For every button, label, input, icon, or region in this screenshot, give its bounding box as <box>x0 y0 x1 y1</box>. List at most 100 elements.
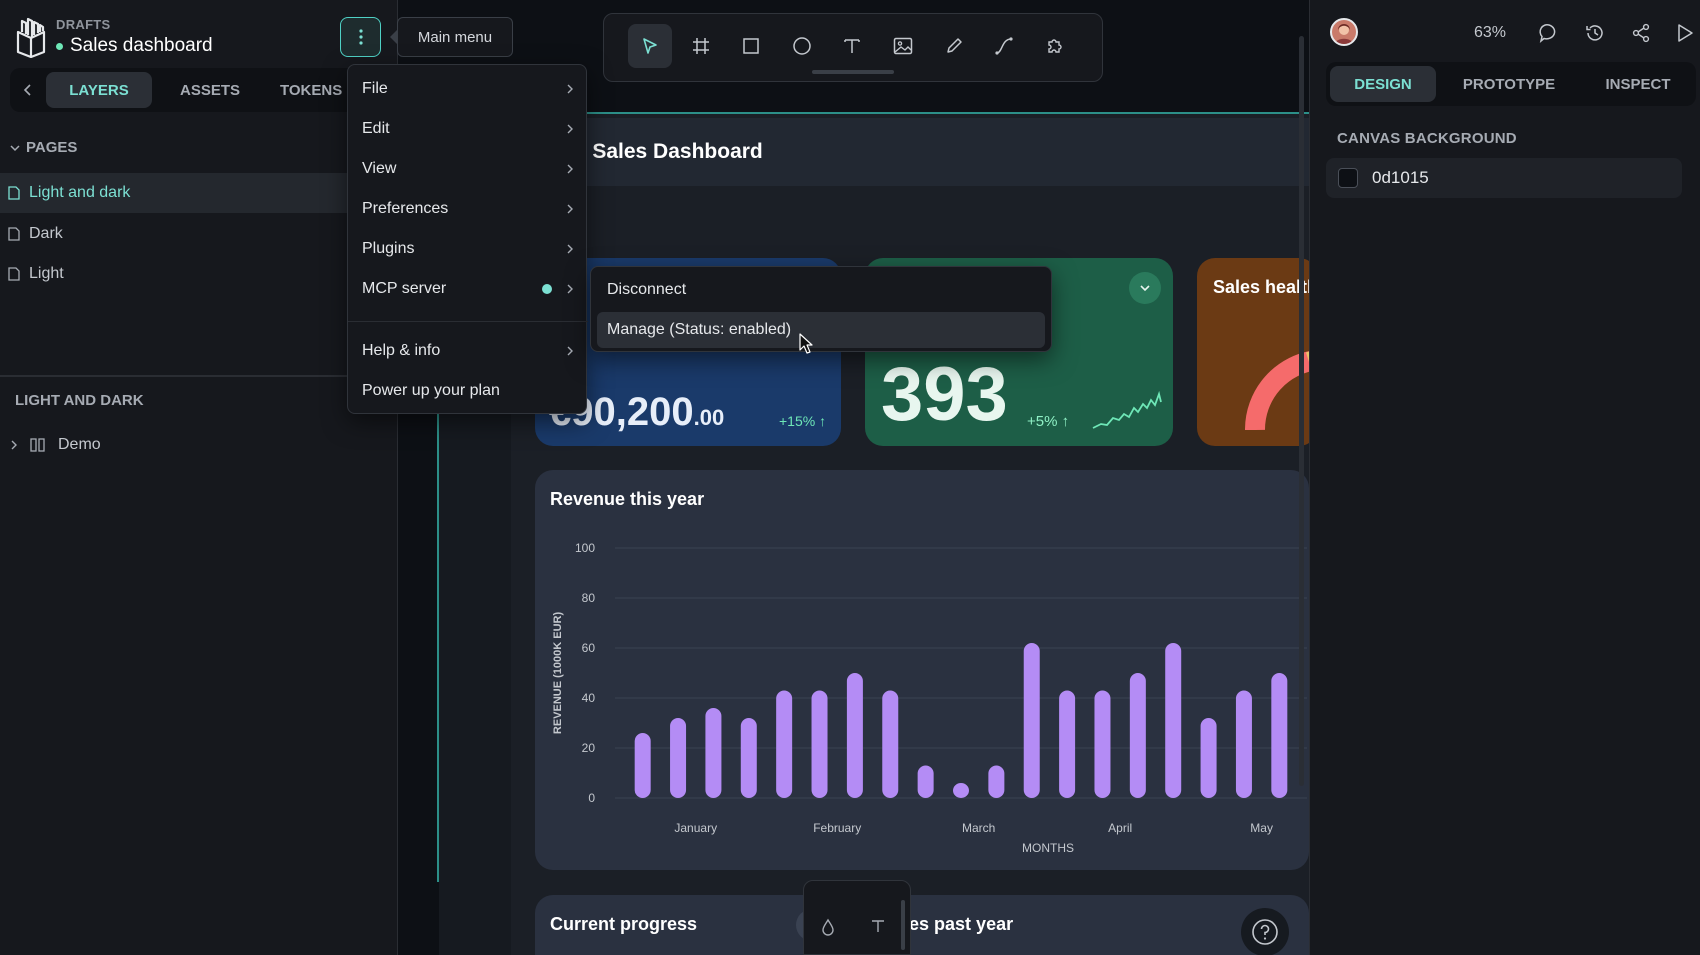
main-menu-tooltip: Main menu <box>397 17 513 57</box>
toolbar-drag-handle[interactable] <box>812 70 894 74</box>
user-avatar[interactable] <box>1330 18 1358 46</box>
palette-scrollbar[interactable] <box>901 900 905 950</box>
tab-tokens[interactable]: TOKENS <box>280 72 350 108</box>
bar <box>1235 690 1252 798</box>
pages-header-label: PAGES <box>26 139 78 156</box>
text-tool[interactable] <box>830 24 874 68</box>
x-tick-label: March <box>962 821 995 835</box>
pencil-tool[interactable] <box>932 24 976 68</box>
pages-toggle[interactable]: PAGES <box>10 139 77 156</box>
chevron-left-icon <box>23 84 31 96</box>
file-title[interactable]: Sales dashboard <box>56 35 213 57</box>
chevron-down-icon <box>1140 285 1150 292</box>
dashboard-title[interactable]: al Sales Dashboard <box>569 140 763 164</box>
count-card-dropdown[interactable] <box>1129 272 1161 304</box>
view-mode-button[interactable] <box>1672 20 1698 46</box>
menu-item-label: Preferences <box>362 200 449 217</box>
chevron-right-icon <box>567 204 573 214</box>
tab-layers[interactable]: LAYERS <box>46 72 152 108</box>
ellipse-icon <box>793 37 811 55</box>
page-item-light-and-dark[interactable]: Light and dark <box>0 173 398 213</box>
tab-prototype[interactable]: PROTOTYPE <box>1446 66 1572 102</box>
comments-button[interactable] <box>1536 20 1562 46</box>
menu-item-label: MCP server <box>362 280 447 297</box>
tab-inspect[interactable]: INSPECT <box>1590 66 1686 102</box>
sales-health-title[interactable]: Sales health <box>1213 277 1309 298</box>
sparkline-icon[interactable] <box>1091 388 1163 432</box>
count-value[interactable]: 393 <box>881 357 1008 433</box>
penpot-logo-icon[interactable] <box>14 16 48 58</box>
menu-item-preferences[interactable]: Preferences <box>348 189 588 229</box>
ellipse-tool[interactable] <box>780 24 824 68</box>
submenu-item-disconnect[interactable]: Disconnect <box>597 272 1045 308</box>
image-tool[interactable] <box>881 24 925 68</box>
menu-item-label: Edit <box>362 120 390 137</box>
main-menu-button[interactable] <box>340 17 381 57</box>
revenue-change[interactable]: +15% ↑ <box>779 413 826 429</box>
y-tick-label: 60 <box>582 641 596 655</box>
submenu-item-manage[interactable]: Manage (Status: enabled) <box>597 312 1045 348</box>
rectangle-icon <box>743 38 759 54</box>
chevron-right-icon <box>567 244 573 254</box>
menu-item-help-info[interactable]: Help & info <box>348 331 588 371</box>
mouse-cursor-icon <box>799 333 813 354</box>
path-tool[interactable] <box>982 24 1026 68</box>
bar <box>1059 690 1076 798</box>
current-progress-title[interactable]: Current progress <box>550 914 697 935</box>
layer-label: Demo <box>58 436 101 453</box>
x-tick-label: February <box>813 821 861 835</box>
help-icon <box>1252 919 1278 945</box>
history-button[interactable] <box>1582 20 1608 46</box>
bar <box>1129 673 1146 798</box>
rectangle-tool[interactable] <box>729 24 773 68</box>
y-tick-label: 100 <box>575 541 595 555</box>
plugins-tool[interactable] <box>1033 24 1077 68</box>
bar <box>811 690 828 798</box>
color-palette-button[interactable] <box>820 918 836 936</box>
page-item-dark[interactable]: Dark <box>0 214 398 254</box>
page-label: Light and dark <box>29 184 131 201</box>
play-icon <box>1678 24 1693 42</box>
collapse-sidebar-button[interactable] <box>10 68 46 112</box>
chevron-down-icon <box>10 144 20 151</box>
board-tool[interactable] <box>679 24 723 68</box>
bar <box>705 708 722 798</box>
pointer-icon <box>643 38 657 54</box>
share-button[interactable] <box>1628 20 1654 46</box>
menu-item-power-up[interactable]: Power up your plan <box>348 371 588 411</box>
panel-resize-handle[interactable] <box>0 375 398 377</box>
chart-title[interactable]: Revenue this year <box>550 489 704 510</box>
page-icon <box>8 227 20 241</box>
page-item-light[interactable]: Light <box>0 254 398 294</box>
help-button[interactable] <box>1241 908 1289 955</box>
layer-item-demo[interactable]: Demo <box>10 436 101 454</box>
layers-header: LIGHT AND DARK <box>15 392 144 409</box>
page-icon <box>8 267 20 281</box>
menu-item-view[interactable]: View <box>348 149 588 189</box>
menu-item-edit[interactable]: Edit <box>348 109 588 149</box>
menu-item-file[interactable]: File <box>348 69 588 109</box>
text-palette-button[interactable] <box>870 918 886 934</box>
page-icon <box>8 186 20 200</box>
move-tool[interactable] <box>628 24 672 68</box>
zoom-level[interactable]: 63% <box>1474 24 1506 42</box>
project-label[interactable]: DRAFTS <box>56 17 111 32</box>
canvas-background-field[interactable]: 0d1015 <box>1326 158 1682 198</box>
color-swatch[interactable] <box>1338 168 1358 188</box>
puzzle-icon <box>1048 39 1062 53</box>
tab-design[interactable]: DESIGN <box>1330 66 1436 102</box>
count-change[interactable]: +5% ↑ <box>1027 413 1069 430</box>
canvas-background-value[interactable]: 0d1015 <box>1372 168 1429 188</box>
chevron-right-icon <box>567 124 573 134</box>
bar <box>1271 673 1288 798</box>
menu-item-plugins[interactable]: Plugins <box>348 229 588 269</box>
canvas-background-label: CANVAS BACKGROUND <box>1337 130 1517 147</box>
history-icon <box>1586 25 1603 41</box>
revenue-bar-chart[interactable]: 0 20 40 60 80 100 January February March April May… <box>535 520 1309 860</box>
chevron-right-icon <box>567 284 573 294</box>
bar <box>634 733 651 798</box>
menu-item-mcp-server[interactable]: MCP server <box>348 269 588 309</box>
canvas-scrollbar[interactable] <box>1299 36 1304 786</box>
tab-assets[interactable]: ASSETS <box>162 72 258 108</box>
mcp-status-dot <box>542 284 552 294</box>
